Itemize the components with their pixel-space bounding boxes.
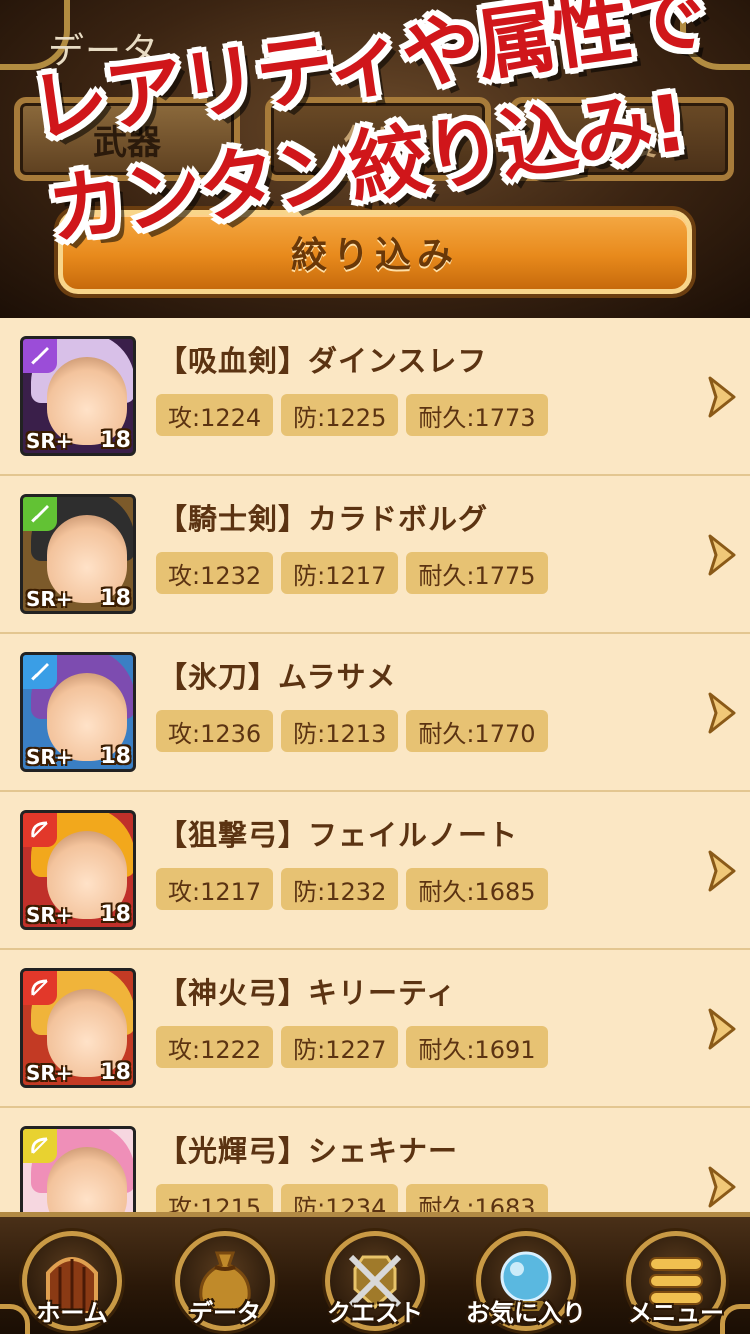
bottom-nav: ホーム データ クエスト お気に入り メニュー — [0, 1212, 750, 1334]
nav-favorite-button[interactable]: お気に入り — [466, 1231, 586, 1331]
nav-label: ホーム — [36, 1299, 108, 1327]
list-item[interactable]: SR+ 18 【光輝弓】シェキナー 攻:1215 防:1234 耐久:1683 — [0, 1108, 750, 1212]
defense-stat: 防:1234 — [281, 1184, 399, 1212]
sword-icon — [23, 497, 57, 531]
item-name: 【狙撃弓】フェイルノート — [158, 818, 519, 852]
defense-stat: 防:1217 — [281, 552, 399, 594]
durability-stat: 耐久:1770 — [406, 710, 548, 752]
ornament-corner — [720, 1304, 750, 1334]
stats-row: 攻:1236 防:1213 耐久:1770 — [156, 710, 548, 752]
list-item[interactable]: SR+ 18 【狙撃弓】フェイルノート 攻:1217 防:1232 耐久:168… — [0, 792, 750, 950]
filter-button[interactable]: 絞り込み — [58, 210, 692, 294]
attack-stat: 攻:1217 — [156, 868, 274, 910]
item-name: 【騎士剣】カラドボルグ — [158, 502, 489, 536]
list-item[interactable]: SR+ 18 【神火弓】キリーティ 攻:1222 防:1227 耐久:1691 — [0, 950, 750, 1108]
nav-label: データ — [189, 1299, 261, 1327]
bow-icon — [23, 813, 57, 847]
character-portrait: SR+ 18 — [20, 336, 136, 456]
bow-icon — [23, 1129, 57, 1163]
level-badge: 18 — [100, 744, 131, 769]
nav-label: お気に入り — [466, 1299, 586, 1327]
durability-stat: 耐久:1685 — [406, 868, 548, 910]
tab-offering[interactable]: 供物 — [265, 97, 491, 181]
list-item[interactable]: SR+ 18 【氷刀】ムラサメ 攻:1236 防:1213 耐久:1770 — [0, 634, 750, 792]
nav-quest-button[interactable]: クエスト — [325, 1231, 425, 1331]
ornament-corner — [680, 0, 750, 70]
defense-stat: 防:1232 — [281, 868, 399, 910]
nav-label: メニュー — [628, 1299, 724, 1327]
defense-stat: 防:1225 — [281, 394, 399, 436]
rarity-badge: SR+ — [26, 903, 73, 927]
durability-stat: 耐久:1773 — [406, 394, 548, 436]
list-item[interactable]: SR+ 18 【騎士剣】カラドボルグ 攻:1232 防:1217 耐久:1775 — [0, 476, 750, 634]
header: データ 武器 供物 加護 絞り込み レアリティや属性で カンタン絞り込み! — [0, 0, 750, 318]
rarity-badge: SR+ — [26, 587, 73, 611]
tab-blessing[interactable]: 加護 — [510, 97, 734, 181]
character-portrait: SR+ 18 — [20, 652, 136, 772]
durability-stat: 耐久:1691 — [406, 1026, 548, 1068]
attack-stat: 攻:1222 — [156, 1026, 274, 1068]
defense-stat: 防:1227 — [281, 1026, 399, 1068]
item-name: 【光輝弓】シェキナー — [158, 1134, 459, 1168]
rarity-badge: SR+ — [26, 1061, 73, 1085]
stats-row: 攻:1232 防:1217 耐久:1775 — [156, 552, 548, 594]
item-name: 【氷刀】ムラサメ — [158, 660, 397, 694]
nav-label: クエスト — [327, 1299, 423, 1327]
chevron-right-icon[interactable] — [706, 534, 736, 576]
nav-data-button[interactable]: データ — [175, 1231, 275, 1331]
character-portrait: SR+ 18 — [20, 1126, 136, 1212]
item-list[interactable]: SR+ 18 【吸血剣】ダインスレフ 攻:1224 防:1225 耐久:1773… — [0, 318, 750, 1212]
character-portrait: SR+ 18 — [20, 810, 136, 930]
attack-stat: 攻:1236 — [156, 710, 274, 752]
level-badge: 18 — [100, 1060, 131, 1085]
nav-home-button[interactable]: ホーム — [22, 1231, 122, 1331]
durability-stat: 耐久:1683 — [406, 1184, 548, 1212]
chevron-right-icon[interactable] — [706, 1008, 736, 1050]
bow-icon — [23, 971, 57, 1005]
ornament-corner — [0, 1304, 30, 1334]
defense-stat: 防:1213 — [281, 710, 399, 752]
attack-stat: 攻:1215 — [156, 1184, 274, 1212]
page-title: データ — [48, 31, 160, 72]
sword-icon — [23, 339, 57, 373]
character-portrait: SR+ 18 — [20, 494, 136, 614]
level-badge: 18 — [100, 428, 131, 453]
chevron-right-icon[interactable] — [706, 850, 736, 892]
level-badge: 18 — [100, 586, 131, 611]
character-portrait: SR+ 18 — [20, 968, 136, 1088]
chevron-right-icon[interactable] — [706, 1166, 736, 1208]
sword-icon — [23, 655, 57, 689]
rarity-badge: SR+ — [26, 429, 73, 453]
durability-stat: 耐久:1775 — [406, 552, 548, 594]
list-item[interactable]: SR+ 18 【吸血剣】ダインスレフ 攻:1224 防:1225 耐久:1773 — [0, 318, 750, 476]
stats-row: 攻:1224 防:1225 耐久:1773 — [156, 394, 548, 436]
tab-weapon[interactable]: 武器 — [14, 97, 240, 181]
chevron-right-icon[interactable] — [706, 692, 736, 734]
attack-stat: 攻:1224 — [156, 394, 274, 436]
attack-stat: 攻:1232 — [156, 552, 274, 594]
level-badge: 18 — [100, 902, 131, 927]
stats-row: 攻:1222 防:1227 耐久:1691 — [156, 1026, 548, 1068]
stats-row: 攻:1215 防:1234 耐久:1683 — [156, 1184, 548, 1212]
item-name: 【神火弓】キリーティ — [158, 976, 457, 1010]
item-name: 【吸血剣】ダインスレフ — [158, 344, 488, 378]
nav-menu-button[interactable]: メニュー — [626, 1231, 726, 1331]
chevron-right-icon[interactable] — [706, 376, 736, 418]
rarity-badge: SR+ — [26, 745, 73, 769]
stats-row: 攻:1217 防:1232 耐久:1685 — [156, 868, 548, 910]
